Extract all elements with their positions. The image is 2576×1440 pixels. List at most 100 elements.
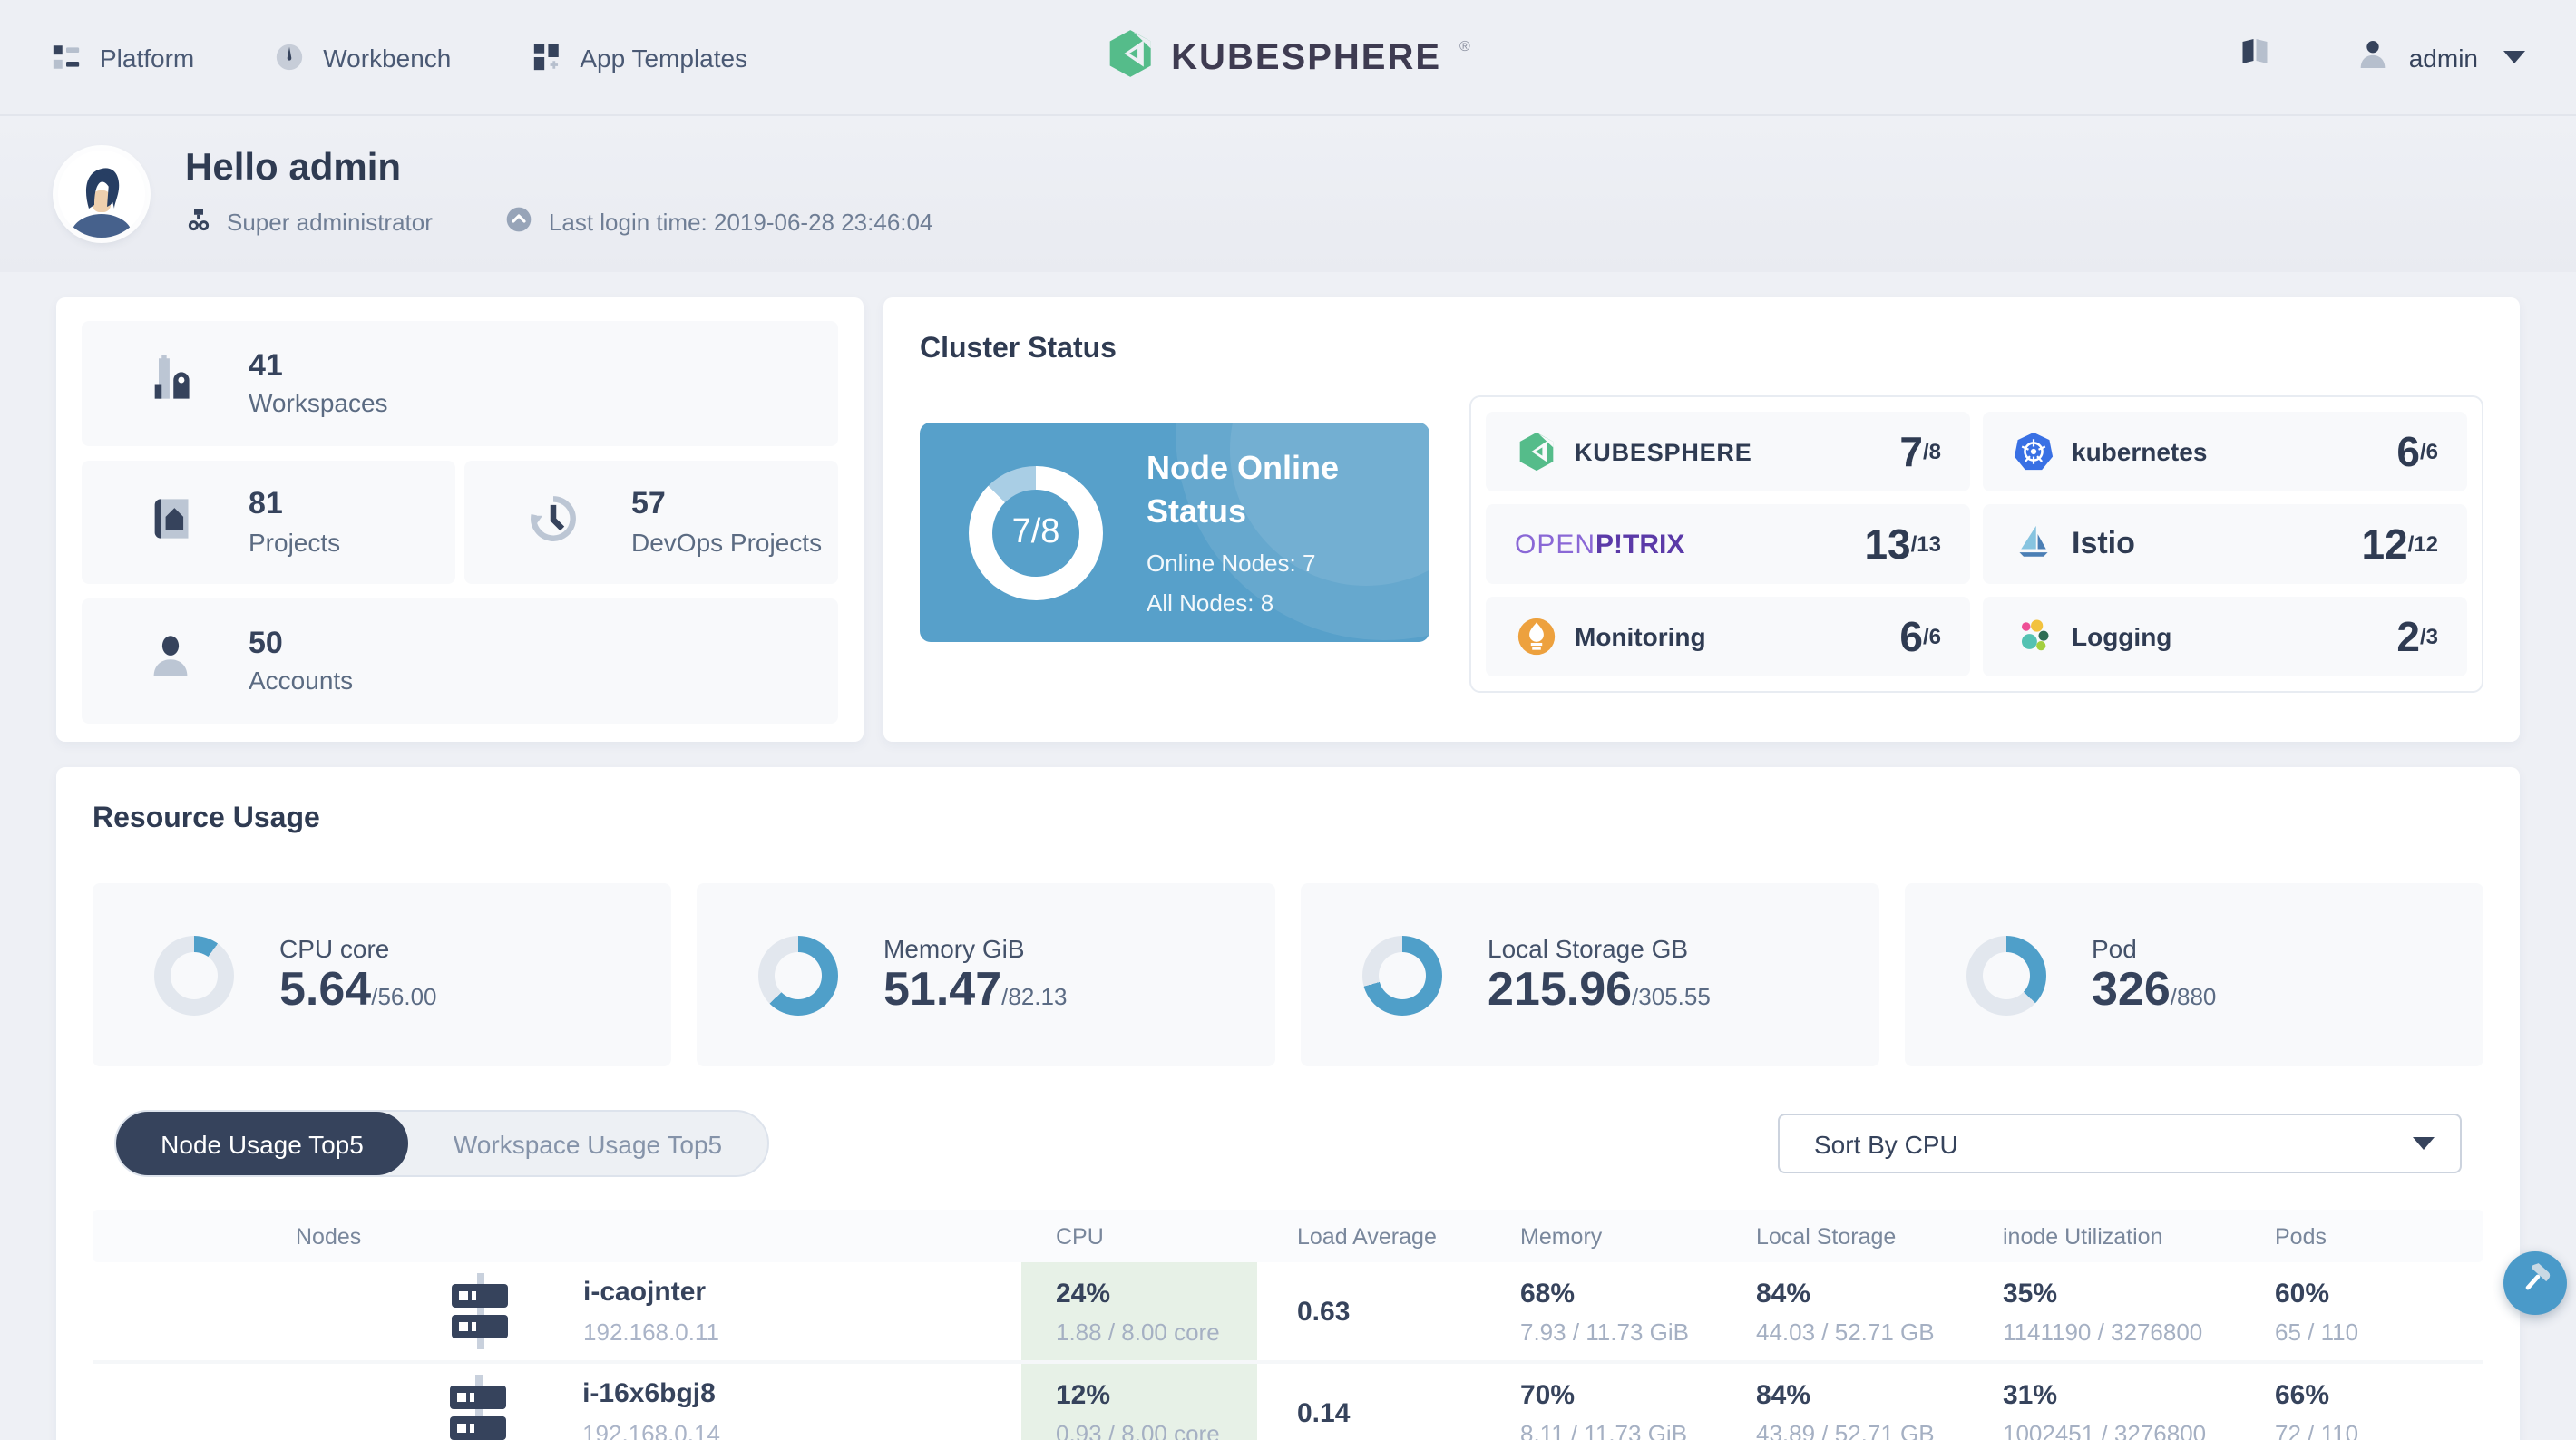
openpitrix-logo-light: OPEN bbox=[1515, 529, 1596, 559]
pods-cell: 60% 65 / 110 bbox=[2253, 1262, 2487, 1360]
metric-local-storage: Local Storage GB 215.96/305.55 bbox=[1301, 883, 1879, 1066]
metric-memory: Memory GiB 51.47/82.13 bbox=[697, 883, 1275, 1066]
online-nodes-label: Online Nodes: 7 bbox=[1147, 549, 1316, 577]
service-total: /13 bbox=[1910, 531, 1941, 557]
stat-value: 50 bbox=[249, 625, 283, 660]
pods-percent: 60% bbox=[2275, 1278, 2330, 1309]
metric-label: Pod bbox=[2092, 933, 2137, 963]
service-count: 12 bbox=[2361, 520, 2408, 567]
cpu-cell: 12% 0.93 / 8.00 core bbox=[1021, 1364, 1257, 1440]
username: admin bbox=[2408, 43, 2478, 72]
istio-icon bbox=[2012, 523, 2054, 565]
service-logging: Logging 2/3 bbox=[1983, 597, 2467, 676]
service-name: Monitoring bbox=[1575, 622, 1706, 651]
column-header-nodes: Nodes bbox=[296, 1223, 362, 1249]
memory-cell: 70% 8.11 / 11.73 GiB bbox=[1498, 1364, 1734, 1440]
cluster-status-card: Cluster Status 7/8 Node Online Status On… bbox=[883, 297, 2520, 742]
nav-item-platform[interactable]: Platform bbox=[51, 42, 194, 73]
table-row[interactable]: i-16x6bgj8 192.168.0.14 12% 0.93 / 8.00 … bbox=[93, 1360, 2483, 1440]
tab-node-usage-top5[interactable]: Node Usage Top5 bbox=[116, 1112, 408, 1175]
table-header-row: Nodes CPU Load Average Memory Local Stor… bbox=[93, 1210, 2483, 1262]
stat-tile-accounts[interactable]: 50 Accounts bbox=[82, 598, 838, 724]
service-name: Logging bbox=[2072, 622, 2172, 651]
metric-used: 326 bbox=[2092, 960, 2171, 1016]
storage-percent: 84% bbox=[1756, 1379, 1811, 1410]
workbench-icon bbox=[274, 42, 305, 73]
role-badge-icon bbox=[185, 206, 212, 238]
stat-tile-workspaces[interactable]: 41 Workspaces bbox=[82, 321, 838, 446]
service-count: 7 bbox=[1899, 427, 1923, 474]
projects-icon bbox=[147, 494, 194, 550]
openpitrix-logo-bold: P!TRIX bbox=[1595, 529, 1685, 559]
metric-pod: Pod 326/880 bbox=[1905, 883, 2483, 1066]
inode-cell: 35% 1141190 / 3276800 bbox=[1981, 1262, 2253, 1360]
workspaces-icon bbox=[147, 355, 194, 412]
role-label: Super administrator bbox=[227, 209, 433, 236]
column-header-pods: Pods bbox=[2275, 1223, 2327, 1249]
docs-icon[interactable] bbox=[2239, 36, 2271, 78]
nav-item-app-templates[interactable]: App Templates bbox=[531, 42, 747, 73]
service-name: KUBESPHERE bbox=[1575, 438, 1752, 465]
service-name: kubernetes bbox=[2072, 437, 2208, 466]
resource-usage-card: Resource Usage CPU core 5.64/56.00 Memor… bbox=[56, 767, 2520, 1440]
metric-total: /82.13 bbox=[1001, 982, 1068, 1010]
table-body: i-caojnter 192.168.0.11 24% 1.88 / 8.00 … bbox=[93, 1262, 2483, 1440]
node-name: i-16x6bgj8 bbox=[582, 1378, 716, 1409]
brand-name: KUBESPHERE bbox=[1171, 37, 1442, 77]
cpu-donut bbox=[154, 935, 234, 1015]
nav-item-workbench[interactable]: Workbench bbox=[274, 42, 451, 73]
platform-icon bbox=[51, 42, 82, 73]
node-online-status-banner: 7/8 Node Online Status Online Nodes: 7 A… bbox=[920, 423, 1429, 642]
chevron-down-icon bbox=[2503, 51, 2525, 63]
memory-percent: 68% bbox=[1520, 1278, 1576, 1309]
cpu-cell: 24% 1.88 / 8.00 core bbox=[1021, 1262, 1257, 1360]
service-openpitrix: OPEN P!TRIX 13/13 bbox=[1486, 504, 1970, 584]
metric-cpu: CPU core 5.64/56.00 bbox=[93, 883, 671, 1066]
cpu-percent: 24% bbox=[1056, 1278, 1111, 1309]
last-login-label: Last login time: 2019-06-28 23:46:04 bbox=[548, 209, 933, 236]
memory-cell: 68% 7.93 / 11.73 GiB bbox=[1498, 1262, 1734, 1360]
inode-cell: 31% 1002451 / 3276800 bbox=[1981, 1364, 2253, 1440]
column-header-inode-utilization: inode Utilization bbox=[2003, 1223, 2163, 1249]
chevron-down-icon bbox=[2413, 1137, 2435, 1150]
sort-by-dropdown[interactable]: Sort By CPU bbox=[1778, 1114, 2462, 1173]
column-header-memory: Memory bbox=[1520, 1223, 1603, 1249]
service-name: Istio bbox=[2072, 526, 2135, 560]
table-row[interactable]: i-caojnter 192.168.0.11 24% 1.88 / 8.00 … bbox=[93, 1262, 2483, 1360]
clock-icon bbox=[505, 205, 534, 239]
column-header-cpu: CPU bbox=[1056, 1223, 1104, 1249]
service-monitoring: Monitoring 6/6 bbox=[1486, 597, 1970, 676]
pods-detail: 65 / 110 bbox=[2275, 1318, 2359, 1345]
nav-item-label: Platform bbox=[100, 43, 195, 72]
metric-total: /305.55 bbox=[1632, 982, 1711, 1010]
service-istio: Istio 12/12 bbox=[1983, 504, 2467, 584]
toolbox-fab-button[interactable] bbox=[2503, 1251, 2567, 1315]
user-menu[interactable]: admin bbox=[2355, 36, 2525, 78]
user-icon bbox=[2355, 36, 2391, 78]
metric-total: /880 bbox=[2170, 982, 2217, 1010]
app-templates-icon bbox=[531, 42, 561, 73]
logging-icon bbox=[2012, 616, 2054, 657]
storage-detail: 44.03 / 52.71 GB bbox=[1756, 1318, 1935, 1345]
all-nodes-label: All Nodes: 8 bbox=[1147, 589, 1274, 617]
kubesphere-logo[interactable]: KUBESPHERE ® bbox=[1106, 0, 1470, 116]
storage-detail: 43.89 / 52.71 GB bbox=[1756, 1419, 1935, 1440]
storage-donut bbox=[1362, 935, 1442, 1015]
storage-percent: 84% bbox=[1756, 1278, 1811, 1309]
sort-by-value: Sort By CPU bbox=[1814, 1129, 1958, 1158]
stat-tile-projects[interactable]: 81 Projects bbox=[82, 461, 455, 584]
page-greeting: Hello admin bbox=[185, 147, 402, 189]
inode-percent: 35% bbox=[2003, 1278, 2058, 1309]
metric-label: Memory GiB bbox=[883, 933, 1025, 963]
stat-tile-devops-projects[interactable]: 57 DevOps Projects bbox=[464, 461, 838, 584]
memory-detail: 8.11 / 11.73 GiB bbox=[1520, 1419, 1688, 1440]
last-login: Last login time: 2019-06-28 23:46:04 bbox=[505, 205, 933, 239]
tab-workspace-usage-top5[interactable]: Workspace Usage Top5 bbox=[408, 1112, 767, 1175]
load-average-cell: 0.63 bbox=[1257, 1262, 1498, 1360]
column-header-local-storage: Local Storage bbox=[1756, 1223, 1897, 1249]
service-total: /3 bbox=[2419, 624, 2438, 649]
hero-section: Hello admin Super administrator Last log… bbox=[0, 116, 2576, 272]
metric-label: Local Storage GB bbox=[1488, 933, 1689, 963]
service-count: 6 bbox=[2396, 427, 2420, 474]
kubernetes-icon bbox=[2012, 431, 2054, 472]
